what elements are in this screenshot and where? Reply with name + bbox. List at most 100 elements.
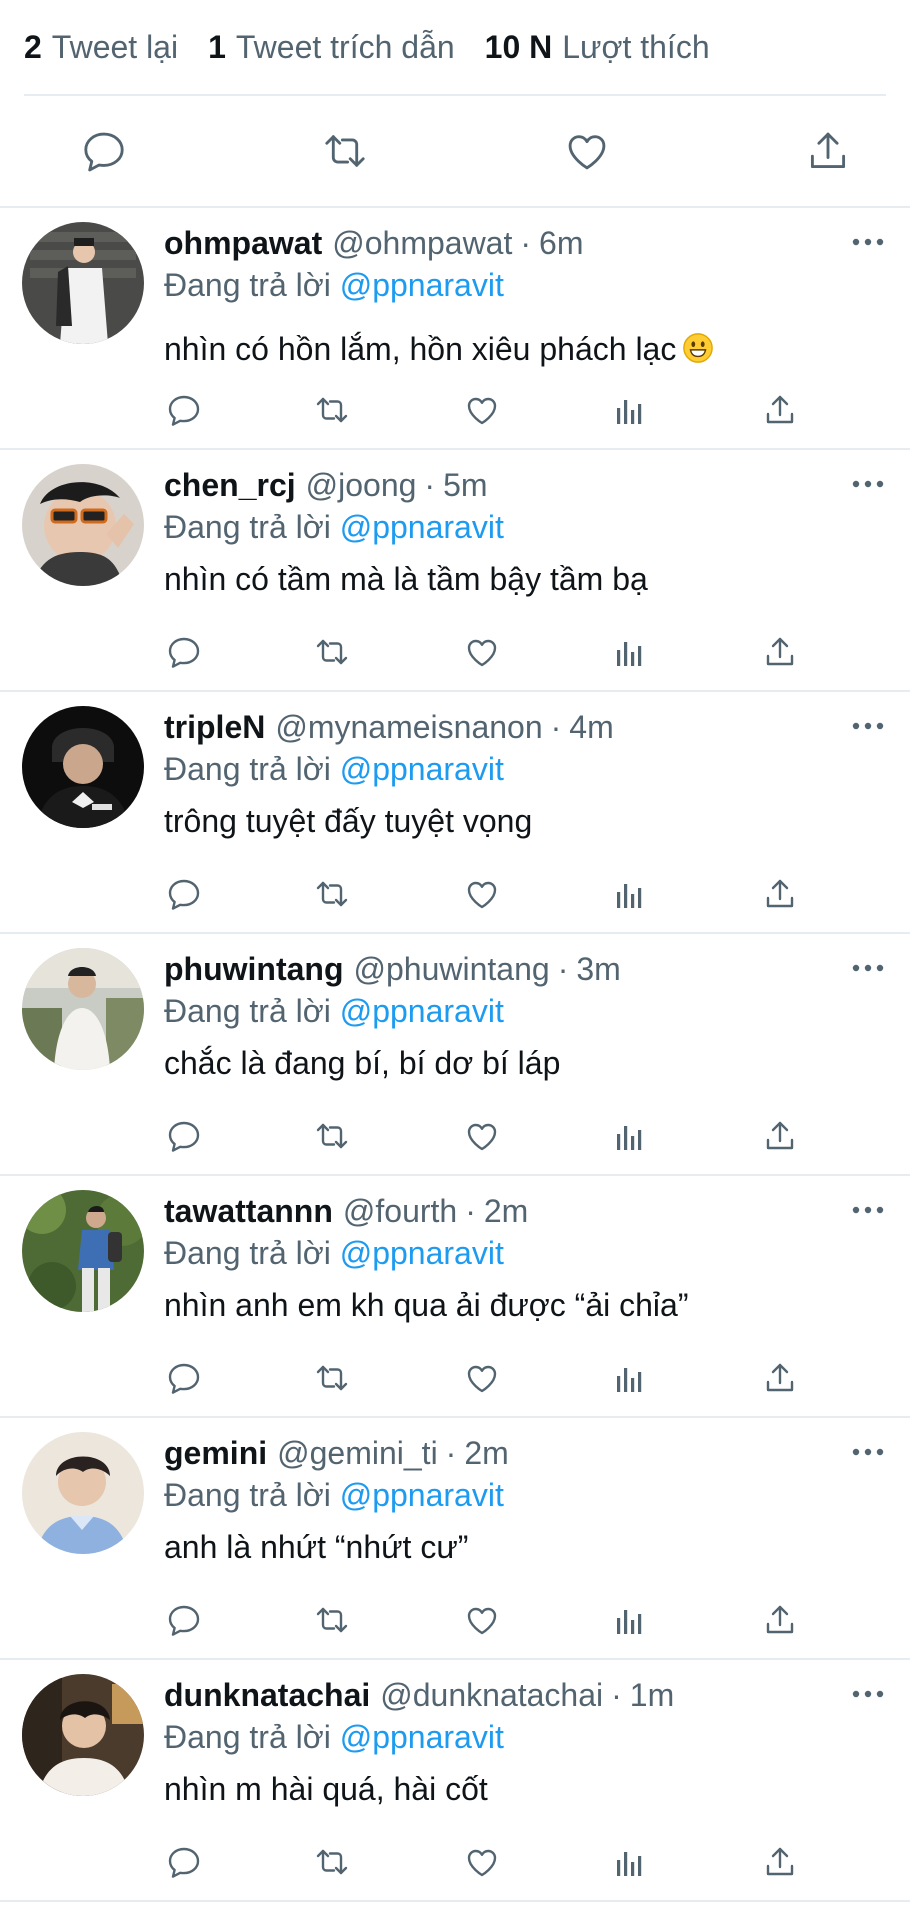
reply-icon[interactable] — [164, 1600, 204, 1640]
more-options-icon[interactable] — [850, 714, 886, 738]
avatar[interactable] — [22, 464, 144, 586]
share-icon[interactable] — [760, 1358, 800, 1398]
retweet-icon[interactable] — [312, 1600, 352, 1640]
display-name[interactable]: chen_rcj — [164, 464, 296, 506]
reply-icon[interactable] — [164, 874, 204, 914]
display-name[interactable]: dunknatachai — [164, 1674, 370, 1716]
analytics-icon[interactable] — [610, 1842, 650, 1882]
avatar[interactable] — [22, 706, 144, 828]
share-icon[interactable] — [760, 874, 800, 914]
like-icon[interactable] — [462, 1600, 502, 1640]
retweet-icon[interactable] — [312, 632, 352, 672]
more-options-icon[interactable] — [850, 956, 886, 980]
more-options-icon[interactable] — [850, 230, 886, 254]
username[interactable]: @gemini_ti — [277, 1432, 438, 1474]
username[interactable]: @ohmpawat — [332, 222, 512, 264]
display-name[interactable]: gemini — [164, 1432, 267, 1474]
like-icon[interactable] — [462, 1358, 502, 1398]
display-name[interactable]: ohmpawat — [164, 222, 322, 264]
username[interactable]: @dunknatachai — [380, 1674, 603, 1716]
reply-content: ohmpawat @ohmpawat · 6m Đang trả lời @pp… — [164, 222, 886, 374]
username[interactable]: @mynameisnanon — [275, 706, 542, 748]
mention-link[interactable]: @ppnaravit — [340, 993, 504, 1029]
avatar[interactable] — [22, 1432, 144, 1554]
timestamp[interactable]: 2m — [464, 1432, 508, 1474]
likes-stat[interactable]: 10 N Lượt thích — [485, 29, 710, 66]
reply-icon[interactable] — [164, 1358, 204, 1398]
retweet-icon[interactable] — [312, 1116, 352, 1156]
reply-tweet[interactable]: tripleN @mynameisnanon · 4m Đang trả lời… — [0, 692, 910, 934]
avatar[interactable] — [22, 948, 144, 1070]
display-name[interactable]: tawattannn — [164, 1190, 333, 1232]
mention-link[interactable]: @ppnaravit — [340, 267, 504, 303]
retweet-icon[interactable] — [312, 1358, 352, 1398]
timestamp[interactable]: 1m — [630, 1674, 674, 1716]
like-icon[interactable] — [561, 125, 613, 177]
quote-tweets-stat[interactable]: 1 Tweet trích dẫn — [208, 29, 455, 66]
reply-tweet[interactable]: dunknatachai @dunknatachai · 1m Đang trả… — [0, 1660, 910, 1902]
retweet-icon[interactable] — [319, 125, 371, 177]
separator: · — [550, 709, 562, 745]
retweet-icon[interactable] — [312, 874, 352, 914]
reply-icon[interactable] — [164, 1842, 204, 1882]
avatar[interactable] — [22, 1190, 144, 1312]
retweets-stat[interactable]: 2 Tweet lại — [24, 29, 178, 66]
analytics-icon[interactable] — [610, 1116, 650, 1156]
more-options-icon[interactable] — [850, 1682, 886, 1706]
reply-tweet[interactable]: ohmpawat @ohmpawat · 6m Đang trả lời @pp… — [0, 208, 910, 450]
reply-icon[interactable] — [164, 1116, 204, 1156]
analytics-icon[interactable] — [610, 390, 650, 430]
like-icon[interactable] — [462, 632, 502, 672]
mention-link[interactable]: @ppnaravit — [340, 751, 504, 787]
avatar[interactable] — [22, 1674, 144, 1796]
username[interactable]: @joong — [306, 464, 417, 506]
analytics-icon[interactable] — [610, 1600, 650, 1640]
analytics-icon[interactable] — [610, 874, 650, 914]
mention-link[interactable]: @ppnaravit — [340, 1719, 504, 1755]
avatar[interactable] — [22, 222, 144, 344]
reply-tweet[interactable]: tawattannn @fourth · 2m Đang trả lời @pp… — [0, 1176, 910, 1418]
reply-text: anh là nhứt “nhứt cư” — [164, 1529, 469, 1565]
more-options-icon[interactable] — [850, 472, 886, 496]
like-icon[interactable] — [462, 874, 502, 914]
timestamp[interactable]: 5m — [443, 464, 487, 506]
reply-icon[interactable] — [78, 125, 130, 177]
more-options-icon[interactable] — [850, 1198, 886, 1222]
timestamp[interactable]: 3m — [576, 948, 620, 990]
share-icon[interactable] — [760, 1116, 800, 1156]
timestamp[interactable]: 6m — [539, 222, 583, 264]
reply-tweet[interactable]: chen_rcj @joong · 5m Đang trả lời @ppnar… — [0, 450, 910, 692]
reply-icon[interactable] — [164, 390, 204, 430]
retweet-icon[interactable] — [312, 1842, 352, 1882]
like-icon[interactable] — [462, 390, 502, 430]
mention-link[interactable]: @ppnaravit — [340, 1477, 504, 1513]
retweet-icon[interactable] — [312, 390, 352, 430]
reply-header: tripleN @mynameisnanon · 4m — [164, 706, 886, 748]
like-icon[interactable] — [462, 1116, 502, 1156]
reply-icon[interactable] — [164, 632, 204, 672]
reply-action-bar — [164, 1116, 804, 1156]
share-icon[interactable] — [802, 125, 854, 177]
retweets-count: 2 — [24, 28, 42, 65]
reply-header: ohmpawat @ohmpawat · 6m — [164, 222, 886, 264]
username[interactable]: @fourth — [343, 1190, 457, 1232]
reply-tweet[interactable]: phuwintang @phuwintang · 3m Đang trả lời… — [0, 934, 910, 1176]
share-icon[interactable] — [760, 632, 800, 672]
username[interactable]: @phuwintang — [354, 948, 550, 990]
share-icon[interactable] — [760, 1842, 800, 1882]
replying-to-label: Đang trả lời — [164, 1235, 331, 1271]
display-name[interactable]: phuwintang — [164, 948, 344, 990]
mention-link[interactable]: @ppnaravit — [340, 509, 504, 545]
like-icon[interactable] — [462, 1842, 502, 1882]
analytics-icon[interactable] — [610, 632, 650, 672]
share-icon[interactable] — [760, 390, 800, 430]
timestamp[interactable]: 4m — [569, 706, 613, 748]
reply-tweet[interactable]: gemini @gemini_ti · 2m Đang trả lời @ppn… — [0, 1418, 910, 1660]
mention-link[interactable]: @ppnaravit — [340, 1235, 504, 1271]
display-name[interactable]: tripleN — [164, 706, 265, 748]
share-icon[interactable] — [760, 1600, 800, 1640]
timestamp[interactable]: 2m — [484, 1190, 528, 1232]
more-options-icon[interactable] — [850, 1440, 886, 1464]
analytics-icon[interactable] — [610, 1358, 650, 1398]
replying-to: Đang trả lời @ppnaravit — [164, 990, 886, 1032]
